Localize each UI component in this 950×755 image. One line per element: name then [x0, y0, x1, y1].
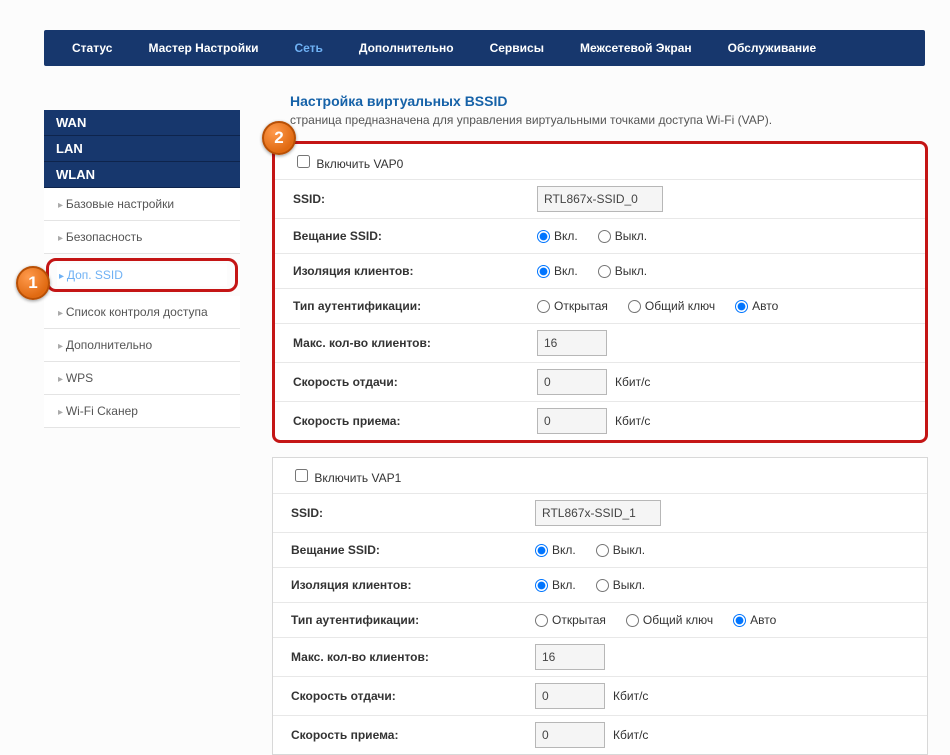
- vap0-enable-label: Включить VAP0: [316, 157, 403, 171]
- vap0-maxclients-label: Макс. кол-во клиентов:: [275, 328, 529, 358]
- content: Настройка виртуальных BSSID страница пре…: [272, 85, 928, 755]
- vap1-txrate-input[interactable]: [535, 683, 605, 709]
- nav-services[interactable]: Сервисы: [472, 41, 562, 55]
- vap0-auth-shared[interactable]: Общий ключ: [628, 299, 715, 313]
- sidebar-item-acl[interactable]: Список контроля доступа: [44, 296, 240, 329]
- kbps-unit: Кбит/с: [613, 689, 648, 703]
- vap0-ssid-label: SSID:: [275, 184, 529, 214]
- nav-advanced[interactable]: Дополнительно: [341, 41, 472, 55]
- vap0-txrate-input[interactable]: [537, 369, 607, 395]
- vap1-broadcast-on[interactable]: Вкл.: [535, 543, 576, 557]
- kbps-unit: Кбит/с: [615, 375, 650, 389]
- highlight-sidebar: Доп. SSID: [46, 258, 238, 292]
- vap0-enable-checkbox[interactable]: [297, 155, 310, 168]
- vap1-ssid-input[interactable]: [535, 500, 661, 526]
- page-title: Настройка виртуальных BSSID: [290, 93, 928, 109]
- sidebar-item-dop-ssid[interactable]: Доп. SSID: [57, 264, 227, 286]
- vap1-auth-auto[interactable]: Авто: [733, 613, 776, 627]
- vap1-isolation-label: Изоляция клиентов:: [273, 570, 527, 600]
- vap1-enable[interactable]: Включить VAP1: [291, 471, 401, 485]
- vap1-auth-shared[interactable]: Общий ключ: [626, 613, 713, 627]
- vap0-isolation-on[interactable]: Вкл.: [537, 264, 578, 278]
- vap0-broadcast-off[interactable]: Выкл.: [598, 229, 647, 243]
- vap1-maxclients-label: Макс. кол-во клиентов:: [273, 642, 527, 672]
- sidebar-header-lan[interactable]: LAN: [44, 136, 240, 162]
- annotation-badge-2: 2: [262, 121, 296, 155]
- sidebar-item-advanced[interactable]: Дополнительно: [44, 329, 240, 362]
- sidebar-item-scanner[interactable]: Wi-Fi Сканер: [44, 395, 240, 428]
- vap1-maxclients-input[interactable]: [535, 644, 605, 670]
- nav-firewall[interactable]: Межсетевой Экран: [562, 41, 710, 55]
- page-desc: страница предназначена для управления ви…: [290, 113, 928, 127]
- kbps-unit: Кбит/с: [615, 414, 650, 428]
- vap0-isolation-off[interactable]: Выкл.: [598, 264, 647, 278]
- vap1-ssid-label: SSID:: [273, 498, 527, 528]
- sidebar-header-wan[interactable]: WAN: [44, 110, 240, 136]
- vap0-maxclients-input[interactable]: [537, 330, 607, 356]
- sidebar-item-basic[interactable]: Базовые настройки: [44, 188, 240, 221]
- annotation-badge-1: 1: [16, 266, 50, 300]
- sidebar-header-wlan[interactable]: WLAN: [44, 162, 240, 188]
- nav-maintenance[interactable]: Обслуживание: [710, 41, 835, 55]
- vap0-rxrate-label: Скорость приема:: [275, 406, 529, 436]
- vap1-auth-open[interactable]: Открытая: [535, 613, 606, 627]
- vap1-rxrate-label: Скорость приема:: [273, 720, 527, 750]
- vap0-panel: Включить VAP0 SSID: Вещание SSID: Вкл. В…: [272, 141, 928, 443]
- vap1-panel: Включить VAP1 SSID: Вещание SSID: Вкл. В…: [272, 457, 928, 755]
- vap1-txrate-label: Скорость отдачи:: [273, 681, 527, 711]
- vap0-auth-open[interactable]: Открытая: [537, 299, 608, 313]
- vap0-txrate-label: Скорость отдачи:: [275, 367, 529, 397]
- sidebar: WAN LAN WLAN Базовые настройки Безопасно…: [44, 110, 240, 428]
- sidebar-item-wps[interactable]: WPS: [44, 362, 240, 395]
- nav-status[interactable]: Статус: [54, 41, 130, 55]
- vap1-rxrate-input[interactable]: [535, 722, 605, 748]
- vap1-enable-label: Включить VAP1: [314, 471, 401, 485]
- vap1-broadcast-label: Вещание SSID:: [273, 535, 527, 565]
- vap0-broadcast-label: Вещание SSID:: [275, 221, 529, 251]
- vap1-enable-checkbox[interactable]: [295, 469, 308, 482]
- vap1-isolation-on[interactable]: Вкл.: [535, 578, 576, 592]
- main-nav: Статус Мастер Настройки Сеть Дополнитель…: [44, 30, 925, 66]
- vap0-auth-auto[interactable]: Авто: [735, 299, 778, 313]
- vap0-auth-label: Тип аутентификации:: [275, 291, 529, 321]
- nav-network[interactable]: Сеть: [276, 41, 340, 55]
- sidebar-item-security[interactable]: Безопасность: [44, 221, 240, 254]
- vap0-rxrate-input[interactable]: [537, 408, 607, 434]
- vap1-broadcast-off[interactable]: Выкл.: [596, 543, 645, 557]
- vap0-isolation-label: Изоляция клиентов:: [275, 256, 529, 286]
- nav-wizard[interactable]: Мастер Настройки: [130, 41, 276, 55]
- vap0-broadcast-on[interactable]: Вкл.: [537, 229, 578, 243]
- vap1-auth-label: Тип аутентификации:: [273, 605, 527, 635]
- vap0-ssid-input[interactable]: [537, 186, 663, 212]
- kbps-unit: Кбит/с: [613, 728, 648, 742]
- vap0-enable[interactable]: Включить VAP0: [293, 157, 403, 171]
- vap1-isolation-off[interactable]: Выкл.: [596, 578, 645, 592]
